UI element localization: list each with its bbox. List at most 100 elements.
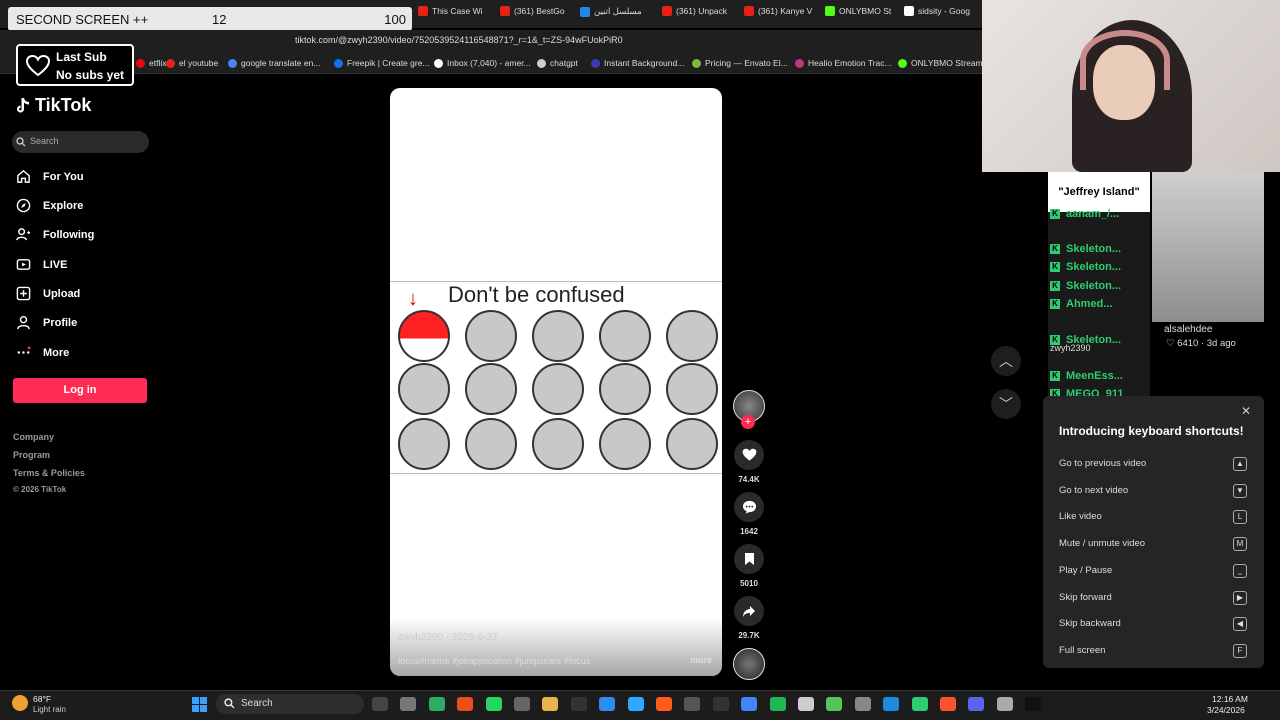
footer-program[interactable]: Program	[13, 450, 50, 460]
taskbar-app-icon[interactable]	[1025, 697, 1042, 711]
caption-more-link[interactable]: more	[690, 655, 712, 665]
bookmark-label: google translate en...	[241, 58, 321, 68]
windows-start-icon[interactable]	[192, 697, 207, 712]
login-button[interactable]: Log in	[13, 378, 147, 403]
grey-circle	[666, 418, 718, 470]
chat-username: Skeleton...	[1066, 261, 1122, 273]
taskbar-app-icon[interactable]	[428, 697, 445, 711]
taskbar-app-icon[interactable]	[883, 697, 900, 711]
chat-message: Kaanam_/...	[1050, 208, 1119, 220]
nav-profile[interactable]: Profile	[16, 315, 77, 330]
taskbar-app-icon[interactable]	[372, 697, 388, 711]
weather-description[interactable]: Light rain	[33, 705, 66, 714]
next-video-button[interactable]: ﹀	[991, 389, 1021, 419]
browser-tab[interactable]: (361) BestGo	[500, 6, 565, 16]
chat-username: Skeleton...	[1066, 280, 1122, 292]
bookmark-item[interactable]: chatgpt	[537, 58, 578, 68]
nav-upload[interactable]: Upload	[16, 286, 80, 301]
footer-terms[interactable]: Terms & Policies	[13, 468, 85, 478]
taskbar-app-icon[interactable]	[599, 697, 616, 711]
clock-time[interactable]: 12:16 AM	[1212, 694, 1248, 704]
like-action[interactable]: 74.4K	[733, 440, 765, 484]
taskbar-app-icon[interactable]	[854, 697, 871, 711]
upload-icon	[16, 286, 31, 301]
chat-message: K Ahmed...	[1050, 298, 1112, 310]
browser-tab[interactable]: (361) Kanye V	[744, 6, 812, 16]
shortcut-label: Go to previous video	[1059, 458, 1147, 469]
taskbar-app-icon[interactable]	[712, 697, 729, 711]
bookmark-item[interactable]: ONLYBMO Stream -...	[898, 58, 995, 68]
nav-for-you[interactable]: For You	[16, 169, 84, 184]
bookmark-item[interactable]: etflix	[136, 58, 166, 68]
nav-more[interactable]: More	[16, 345, 69, 360]
taskbar-app-icon[interactable]	[911, 697, 928, 711]
share-action[interactable]: 29.7K	[733, 596, 765, 640]
follow-plus-icon[interactable]: +	[741, 415, 755, 429]
tab-label: (361) Kanye V	[758, 6, 813, 16]
browser-tab[interactable]: ONLYBMO St	[825, 6, 891, 16]
video-caption[interactable]: focus#meme #jobapplication #jumpscare #f…	[398, 656, 590, 666]
taskbar-app-icon[interactable]	[769, 697, 786, 711]
browser-tab[interactable]: This Case Wi	[418, 6, 483, 16]
bookmark-item[interactable]: el youtube	[166, 58, 218, 68]
bookmark-favicon-icon	[334, 58, 343, 68]
bookmark-item[interactable]: Pricing — Envato El...	[692, 58, 788, 68]
taskbar-app-icon[interactable]	[514, 697, 530, 711]
taskbar-search[interactable]	[216, 694, 364, 714]
taskbar-app-icon[interactable]	[996, 697, 1013, 711]
shortcut-row: Skip backward ◀	[1059, 617, 1247, 632]
bookmark-item[interactable]: Healio Emotion Trac...	[795, 58, 892, 68]
nav-explore[interactable]: Explore	[16, 198, 83, 213]
compass-icon	[16, 198, 31, 213]
bookmark-favicon-icon	[795, 58, 804, 68]
shortcut-label: Go to next video	[1059, 484, 1129, 496]
taskbar-app-icon[interactable]	[798, 697, 814, 711]
nav-following[interactable]: Following	[16, 227, 94, 242]
tab-label: sidsity - Goog	[918, 6, 970, 16]
bookmark-label: etflix	[149, 58, 167, 68]
second-screen-overlay: SECOND SCREEN ++ 12 100	[8, 7, 412, 31]
taskbar-app-icon[interactable]	[656, 697, 672, 711]
taskbar-app-icon[interactable]	[542, 697, 559, 711]
bookmark-item[interactable]: Freepik | Create gre...	[334, 58, 430, 68]
weather-temperature[interactable]: 68°F	[33, 694, 51, 704]
taskbar-app-icon[interactable]	[940, 697, 956, 711]
browser-tab[interactable]: مسلسل اتنين	[580, 6, 642, 17]
comment-action[interactable]: 1642	[733, 492, 765, 536]
taskbar-app-icon[interactable]	[684, 697, 701, 711]
shortcut-row: Skip forward ▶	[1059, 590, 1247, 605]
taskbar-app-icon[interactable]	[570, 697, 587, 711]
footer-company[interactable]: Company	[13, 432, 54, 442]
weather-icon[interactable]	[12, 695, 28, 711]
taskbar-app-icon[interactable]	[627, 697, 644, 711]
bookmark-item[interactable]: Inbox (7,040) - amer...	[434, 58, 531, 68]
clock-date[interactable]: 3/24/2026	[1207, 705, 1245, 715]
search-input[interactable]: Search	[12, 131, 149, 153]
grey-circle	[599, 310, 651, 362]
tiktok-logo[interactable]: TikTok	[15, 95, 91, 116]
taskbar-app-icon[interactable]	[741, 697, 758, 711]
bookmark-favicon-icon	[692, 58, 701, 68]
taskbar-app-icon[interactable]	[400, 697, 417, 711]
bookmark-item[interactable]: google translate en...	[228, 58, 320, 68]
url-text[interactable]: tiktok.com/@zwyh2390/video/7520539524116…	[295, 35, 623, 45]
taskbar-app-icon[interactable]	[968, 697, 985, 711]
sound-avatar[interactable]	[733, 648, 765, 680]
video-username[interactable]: zwyh2390 · 2025-6-27	[398, 632, 498, 643]
taskbar-app-icon[interactable]	[457, 697, 474, 711]
bookmark-label: Inbox (7,040) - amer...	[447, 58, 531, 68]
close-icon[interactable]: ✕	[1241, 404, 1251, 418]
browser-tab[interactable]: (361) Unpack	[662, 6, 727, 16]
nav-label: Explore	[43, 199, 84, 212]
taskbar-app-icon[interactable]	[826, 697, 843, 711]
save-action[interactable]: 5010	[733, 544, 765, 588]
bookmark-item[interactable]: Instant Background...	[591, 58, 684, 68]
browser-tab[interactable]: sidsity - Goog	[904, 6, 970, 16]
video-player[interactable]: ↓ Don't be confused zwyh2390 · 2025-6-27…	[390, 88, 722, 676]
nav-label: Following	[43, 228, 95, 241]
taskbar-app-icon[interactable]	[485, 697, 502, 711]
nav-live[interactable]: LIVE	[16, 257, 67, 272]
nav-label: More	[43, 346, 70, 359]
grey-circle	[465, 418, 517, 470]
previous-video-button[interactable]: ︿	[991, 346, 1021, 376]
